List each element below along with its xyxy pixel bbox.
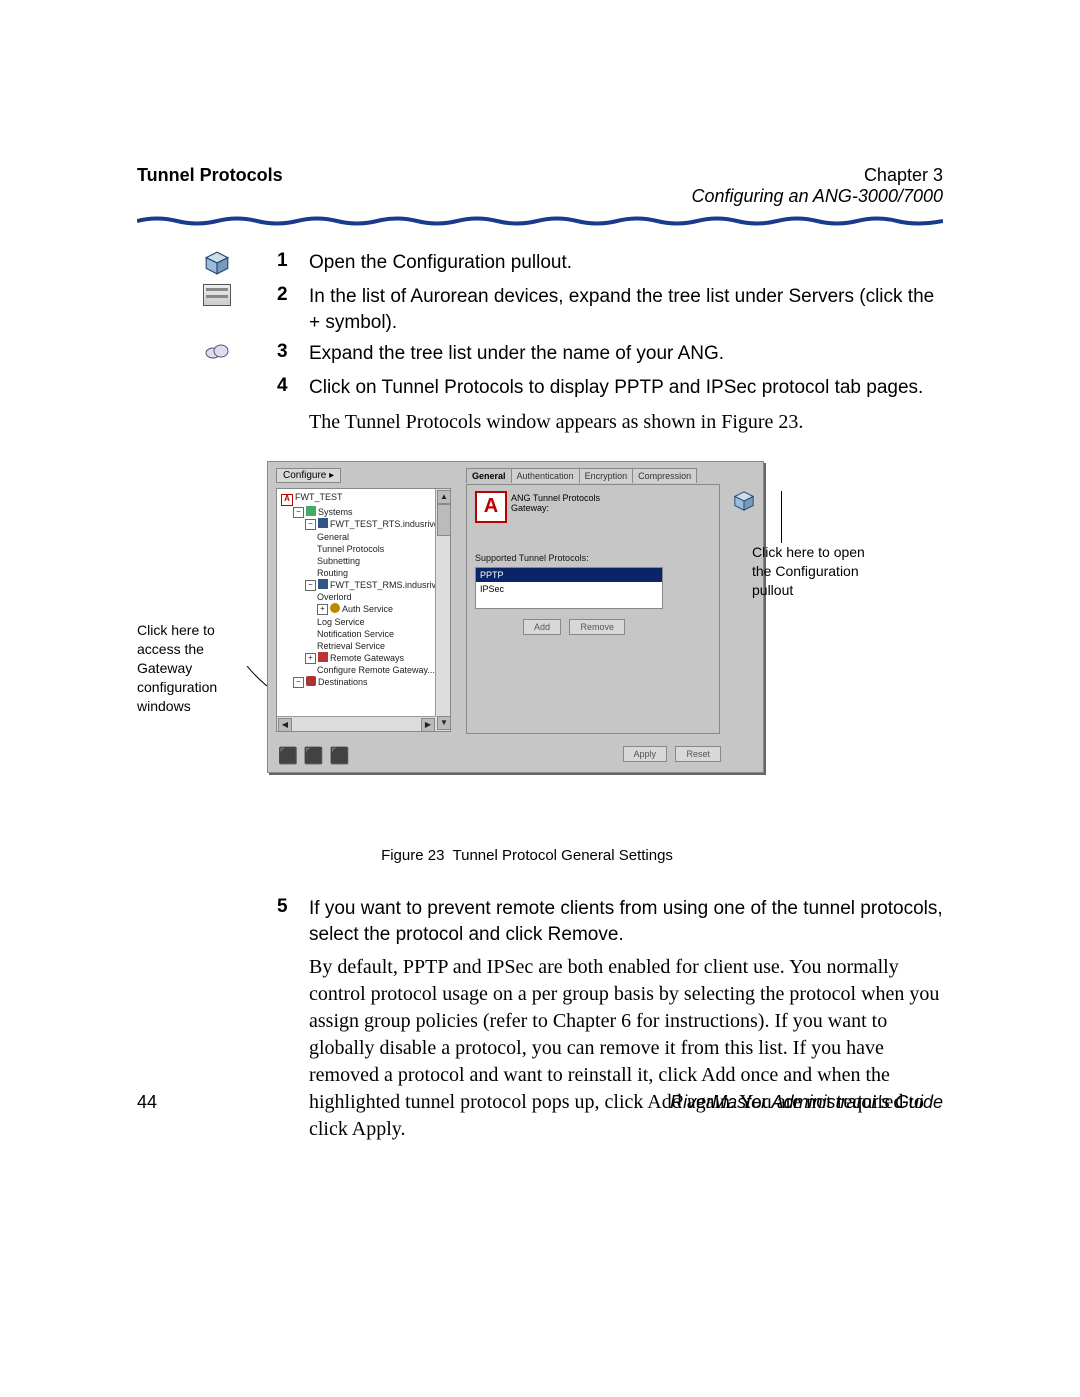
protocol-buttons: Add Remove [519, 617, 625, 635]
figure-caption: Figure 23 Tunnel Protocol General Settin… [277, 847, 777, 864]
apply-button[interactable]: Apply [623, 746, 668, 762]
scroll-thumb[interactable] [437, 504, 451, 536]
step-number: 5 [277, 896, 297, 918]
toolbar-icons: ⬛⬛⬛ [278, 746, 356, 766]
toolbar-icon-2[interactable]: ⬛ [304, 748, 330, 765]
header-subtitle: Configuring an ANG-3000/7000 [692, 186, 944, 207]
tree-general[interactable]: General [281, 531, 448, 543]
step-5-paragraph: By default, PPTP and IPSec are both enab… [137, 954, 943, 1143]
step-5: 5 If you want to prevent remote clients … [137, 896, 943, 947]
callout-right: Click here to open the Configuration pul… [752, 543, 872, 600]
protocol-pptp[interactable]: PPTP [476, 568, 662, 582]
step-number: 1 [277, 250, 297, 272]
header-left: Tunnel Protocols [137, 165, 283, 186]
tree-destinations[interactable]: −Destinations [281, 676, 448, 688]
step-text: Click on Tunnel Protocols to display PPT… [309, 375, 943, 401]
tree-log-service[interactable]: Log Service [281, 616, 448, 628]
footer-guide: RiverMaster Administrator's Guide [670, 1092, 943, 1113]
cloud-icon [203, 341, 231, 366]
panel-title: ANG Tunnel Protocols Gateway: [511, 493, 600, 513]
step-4: 4 Click on Tunnel Protocols to display P… [137, 375, 943, 403]
protocol-list[interactable]: PPTP IPSec [475, 567, 663, 609]
tab-compression[interactable]: Compression [632, 468, 697, 483]
panel-tabs: GeneralAuthenticationEncryptionCompressi… [466, 468, 696, 483]
step-number: 2 [277, 284, 297, 306]
configure-button[interactable]: Configure ▸ [276, 468, 341, 483]
page-header: Tunnel Protocols Chapter 3 Configuring a… [127, 0, 953, 230]
step-number: 4 [277, 375, 297, 397]
page: Tunnel Protocols Chapter 3 Configuring a… [127, 0, 953, 1397]
tree-remote-gateways[interactable]: +Remote Gateways [281, 652, 448, 664]
figure-23: Click here to access the Gateway configu… [137, 461, 943, 831]
tree-overlord[interactable]: Overlord [281, 591, 448, 603]
tree-scrollbar-vertical[interactable]: ▲ ▼ [435, 489, 450, 731]
bottom-buttons: Apply Reset [619, 744, 721, 762]
scroll-left-icon[interactable]: ◀ [278, 718, 292, 732]
page-number: 44 [137, 1092, 157, 1113]
tree-view[interactable]: AFWT_TEST −Systems −FWT_TEST_RTS.indusri… [276, 488, 451, 732]
step-3: 3 Expand the tree list under the name of… [137, 341, 943, 369]
step-text: If you want to prevent remote clients fr… [309, 896, 943, 947]
tree-systems[interactable]: −Systems [281, 506, 448, 518]
tree-configure-remote[interactable]: Configure Remote Gateway... [281, 664, 448, 676]
toolbar-icon-1[interactable]: ⬛ [278, 748, 304, 765]
content: 1 Open the Configuration pullout. 2 In t… [137, 250, 943, 1149]
add-button[interactable]: Add [523, 619, 561, 635]
reset-button[interactable]: Reset [675, 746, 721, 762]
toolbar-icon-3[interactable]: ⬛ [330, 748, 356, 765]
step-1: 1 Open the Configuration pullout. [137, 250, 943, 278]
app-window: Configure ▸ AFWT_TEST −Systems −FWT_TEST… [267, 461, 764, 773]
scroll-right-icon[interactable]: ▶ [421, 718, 435, 732]
tree-root[interactable]: AFWT_TEST [281, 491, 448, 506]
step-text: Expand the tree list under the name of y… [309, 341, 943, 367]
tree-routing[interactable]: Routing [281, 567, 448, 579]
protocol-ipsec[interactable]: IPSec [476, 582, 662, 596]
step-text: In the list of Aurorean devices, expand … [309, 284, 943, 335]
figure-caption-text: Tunnel Protocol General Settings [453, 847, 673, 864]
tree-notification-service[interactable]: Notification Service [281, 628, 448, 640]
configuration-pullout-icon[interactable] [733, 490, 755, 512]
step-2: 2 In the list of Aurorean devices, expan… [137, 284, 943, 335]
header-chapter: Chapter 3 [864, 165, 943, 186]
tab-general[interactable]: General [466, 468, 512, 483]
server-icon [203, 284, 231, 311]
step-4-note: The Tunnel Protocols window appears as s… [137, 409, 943, 437]
callout-right-arrow [781, 491, 782, 543]
general-panel: A ANG Tunnel Protocols Gateway: Supporte… [466, 484, 720, 734]
step-note: The Tunnel Protocols window appears as s… [309, 409, 943, 436]
step-text: Open the Configuration pullout. [309, 250, 943, 276]
tree-tunnel-protocols[interactable]: Tunnel Protocols [281, 543, 448, 555]
callout-left: Click here to access the Gateway configu… [137, 621, 252, 715]
tree-auth-service[interactable]: +Auth Service [281, 603, 448, 615]
cube-icon [203, 250, 231, 281]
divider-wave [137, 216, 943, 226]
tree-host2[interactable]: −FWT_TEST_RMS.indusriver.co [281, 579, 448, 591]
tree-subnetting[interactable]: Subnetting [281, 555, 448, 567]
figure-label: Figure 23 [381, 847, 444, 864]
step-paragraph: By default, PPTP and IPSec are both enab… [309, 954, 943, 1143]
scroll-down-icon[interactable]: ▼ [437, 716, 451, 730]
supported-label: Supported Tunnel Protocols: [475, 553, 589, 563]
tree-scrollbar-horizontal[interactable]: ◀ ▶ [277, 716, 436, 731]
remove-button[interactable]: Remove [569, 619, 625, 635]
step-number: 3 [277, 341, 297, 363]
tree-retrieval-service[interactable]: Retrieval Service [281, 640, 448, 652]
tab-encryption[interactable]: Encryption [579, 468, 634, 483]
logo-a-icon: A [475, 491, 507, 523]
scroll-up-icon[interactable]: ▲ [437, 490, 451, 504]
tree-host1[interactable]: −FWT_TEST_RTS.indusriver.co [281, 518, 448, 530]
tab-authentication[interactable]: Authentication [511, 468, 580, 483]
